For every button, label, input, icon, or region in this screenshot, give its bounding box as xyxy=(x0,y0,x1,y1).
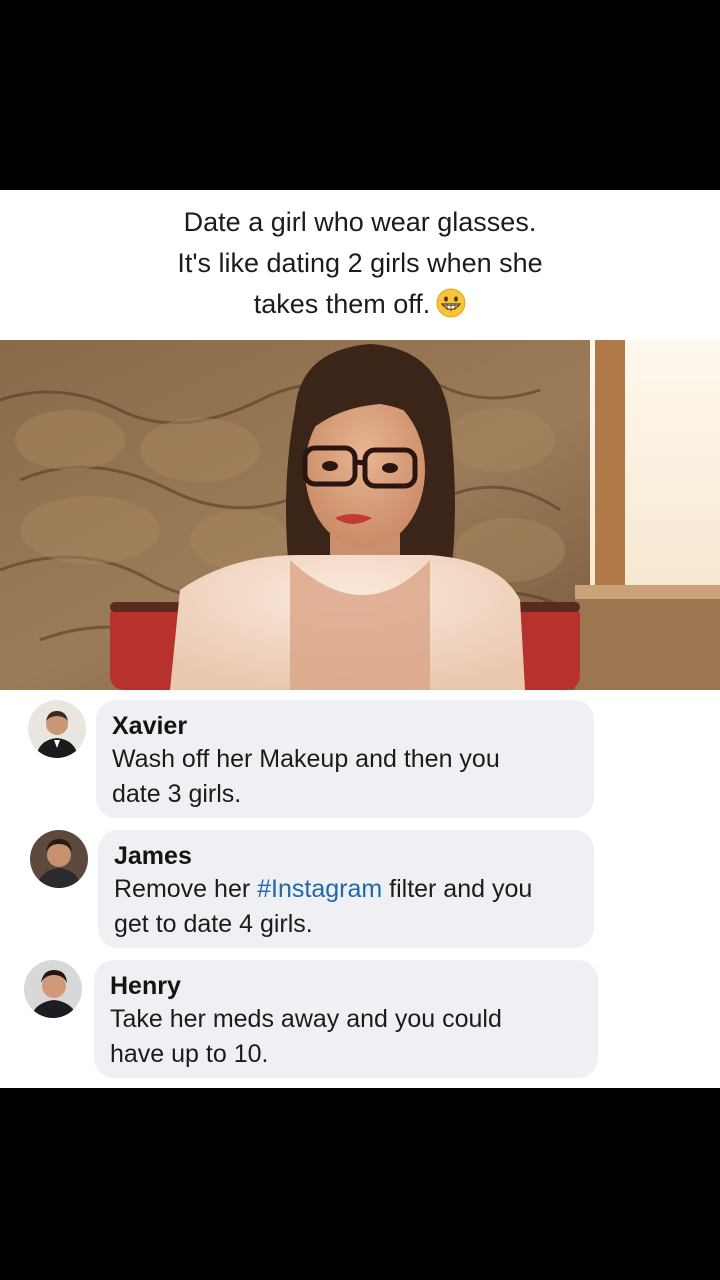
comment-bubble: Henry Take her meds away and you could h… xyxy=(94,960,598,1078)
comment-author[interactable]: James xyxy=(114,840,576,872)
hashtag-link[interactable]: #Instagram xyxy=(257,875,382,903)
comment-author[interactable]: Henry xyxy=(110,970,580,1002)
comment-text-before: Remove her xyxy=(114,875,258,903)
caption-line-2: It's like dating 2 girls when she xyxy=(177,248,543,278)
comment-text-line-2: date 3 girls. xyxy=(112,780,242,808)
comment-text-line-2: have up to 10. xyxy=(110,1040,269,1068)
grinning-face-icon xyxy=(436,288,466,318)
comment-bubble: Xavier Wash off her Makeup and then you … xyxy=(96,700,594,818)
comment-item: James Remove her #Instagram filter and y… xyxy=(0,830,720,950)
avatar[interactable] xyxy=(24,960,82,1018)
comment-author[interactable]: Xavier xyxy=(112,710,576,742)
caption-line-1: Date a girl who wear glasses. xyxy=(183,207,537,237)
comment-text-after: filter and you xyxy=(382,875,533,903)
caption-line-3-text: takes them off. xyxy=(253,289,431,319)
comment-text-line-1: Wash off her Makeup and then you xyxy=(112,745,500,773)
avatar[interactable] xyxy=(28,700,86,758)
comment-text-line-1: Take her meds away and you could xyxy=(110,1005,502,1033)
post-card: Date a girl who wear glasses. It's like … xyxy=(0,190,720,1088)
woman-with-glasses-photo xyxy=(0,340,720,690)
comment-item: Henry Take her meds away and you could h… xyxy=(0,960,720,1080)
avatar[interactable] xyxy=(30,830,88,888)
comment-text-line-1: Remove her #Instagram filter and you xyxy=(114,872,576,907)
comment-bubble: James Remove her #Instagram filter and y… xyxy=(98,830,594,948)
post-caption: Date a girl who wear glasses. It's like … xyxy=(0,202,720,325)
comment-item: Xavier Wash off her Makeup and then you … xyxy=(0,700,720,820)
caption-line-3: takes them off. xyxy=(0,284,720,325)
comment-text-line-2: get to date 4 girls. xyxy=(114,910,313,938)
